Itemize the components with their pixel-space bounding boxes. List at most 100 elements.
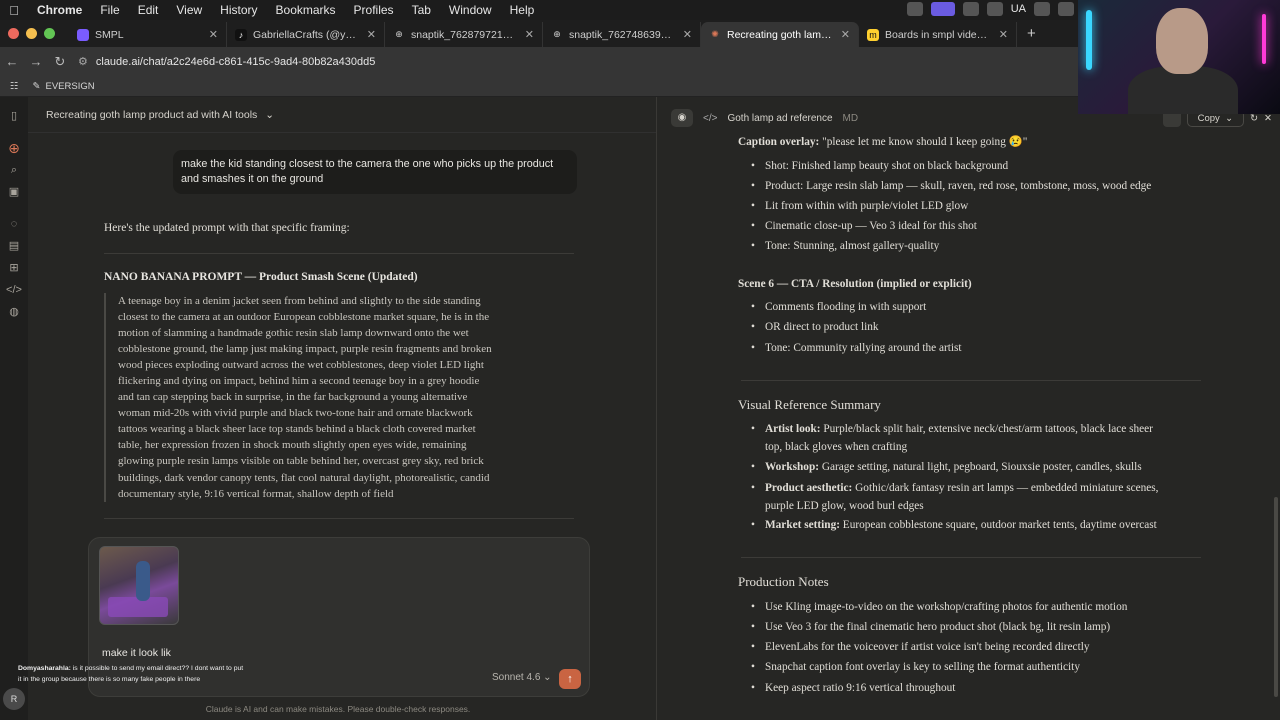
palette-icon[interactable]: ◍	[0, 301, 28, 323]
chevron-down-icon[interactable]: ⌄	[265, 109, 274, 121]
item-text: European cobblestone square, outdoor mar…	[839, 519, 1157, 531]
attached-image-thumbnail[interactable]	[99, 546, 179, 625]
list-item: Tone: Stunning, almost gallery-quality	[738, 237, 1208, 255]
list-item: Use Kling image-to-video on the workshop…	[738, 598, 1208, 616]
list-item: Workshop: Garage setting, natural light,…	[738, 458, 1208, 476]
item-label: Artist look:	[765, 423, 821, 435]
artifacts-icon[interactable]: ▤	[0, 235, 28, 257]
menu-tab[interactable]: Tab	[403, 3, 440, 17]
model-label: Sonnet 4.6	[492, 672, 541, 683]
prompt-line: closest to the camera at an outdoor Euro…	[118, 311, 490, 324]
tab-label: GabriellaCrafts (@yourwoode	[253, 28, 361, 41]
tray-icon[interactable]	[962, 2, 979, 16]
grid-icon[interactable]: ⊞	[0, 257, 28, 279]
neon-light	[1086, 10, 1092, 70]
tray-icon[interactable]	[986, 2, 1003, 16]
sidebar-toggle-icon[interactable]: ▯	[0, 105, 28, 127]
tab-snaptik-2[interactable]: ⊕ snaptik_762748639712069531 ✕	[543, 22, 701, 47]
tray-icon[interactable]	[1034, 2, 1050, 16]
apple-icon[interactable]: 	[0, 3, 28, 18]
item-text: Garage setting, natural light, pegboard,…	[819, 461, 1142, 473]
sidebar-rail: ▯ ⊕ ⌕ ▣ ◌ ▤ ⊞ </> ◍	[0, 97, 28, 720]
list-item: Market setting: European cobblestone squ…	[738, 516, 1208, 534]
forward-icon[interactable]: →	[24, 54, 48, 69]
reload-icon[interactable]: ↻	[48, 54, 72, 70]
menu-history[interactable]: History	[211, 3, 266, 17]
close-icon[interactable]: ✕	[367, 28, 376, 41]
menu-file[interactable]: File	[91, 3, 128, 17]
projects-icon[interactable]: ▣	[0, 181, 28, 203]
artifact-title: Goth lamp ad reference	[727, 112, 833, 124]
list-item: Comments flooding in with support	[738, 298, 1208, 316]
search-icon[interactable]: ⌕	[0, 159, 28, 181]
tab-label: Recreating goth lamp product	[727, 28, 835, 41]
menu-edit[interactable]: Edit	[129, 3, 168, 17]
preview-eye-icon[interactable]: ◉	[671, 109, 693, 127]
zoom-window-button[interactable]	[44, 28, 55, 39]
webcam-overlay	[1078, 0, 1280, 114]
menu-window[interactable]: Window	[440, 3, 501, 17]
divider	[741, 557, 1201, 558]
prompt-line: flickering and dying on impact, behind h…	[118, 375, 480, 388]
tray-icon[interactable]	[906, 2, 923, 16]
refresh-icon[interactable]: ↻	[1250, 113, 1258, 124]
close-icon[interactable]: ✕	[1264, 113, 1272, 124]
prompt-line: tattoos wearing a black sheer lace top s…	[118, 423, 476, 436]
visual-summary-heading: Visual Reference Summary	[738, 397, 881, 412]
code-view-icon[interactable]: </>	[703, 113, 717, 124]
avatar[interactable]: R	[3, 688, 25, 710]
menu-app-name[interactable]: Chrome	[28, 3, 91, 17]
back-icon[interactable]: ←	[0, 54, 24, 69]
smpl-icon	[77, 28, 89, 41]
menu-bookmarks[interactable]: Bookmarks	[267, 3, 345, 17]
new-tab-button[interactable]: +	[1017, 25, 1046, 47]
menu-help[interactable]: Help	[501, 3, 544, 17]
url-text[interactable]: claude.ai/chat/a2c24e6d-c861-415c-9ad4-8…	[96, 56, 376, 68]
code-icon[interactable]: </>	[0, 279, 28, 301]
prompt-line: cobblestone ground, the lamp just making…	[118, 343, 492, 356]
close-icon[interactable]: ✕	[999, 28, 1008, 41]
new-chat-icon[interactable]: ⊕	[0, 137, 28, 159]
send-button[interactable]: ↑	[559, 669, 581, 689]
tab-snaptik-1[interactable]: ⊕ snaptik_762879721255366132 ✕	[385, 22, 543, 47]
divider	[104, 518, 574, 519]
item-text-cont: top, black gloves when crafting	[765, 441, 908, 453]
prompt-line: table, her expression frozen in shock mo…	[118, 439, 467, 452]
close-icon[interactable]: ✕	[841, 28, 850, 41]
composer-input[interactable]: make it look lik	[102, 647, 171, 659]
model-selector[interactable]: Sonnet 4.6 ⌄	[492, 672, 552, 683]
chat-title[interactable]: Recreating goth lamp product ad with AI …	[46, 109, 257, 121]
url-field[interactable]: ⚙ claude.ai/chat/a2c24e6d-c861-415c-9ad4…	[78, 51, 1250, 73]
user-message: make the kid standing closest to the cam…	[173, 150, 577, 194]
claude-icon: ✺	[711, 29, 719, 39]
prompt-line: woman mid-20s with vivid purple and blac…	[118, 407, 473, 420]
site-settings-icon[interactable]: ⚙	[78, 55, 88, 68]
menu-profiles[interactable]: Profiles	[345, 3, 403, 17]
chats-icon[interactable]: ◌	[0, 213, 28, 235]
item-text: Purple/black split hair, extensive neck/…	[820, 423, 1153, 435]
tab-miro-boards[interactable]: m Boards in smpl video ads Tea ✕	[859, 22, 1017, 47]
bookmark-eversign[interactable]: ✎ EVERSIGN	[33, 81, 95, 92]
scrollbar[interactable]	[1274, 497, 1278, 697]
miro-icon: m	[867, 28, 879, 41]
tab-label: snaptik_762748639712069531	[569, 28, 677, 41]
prompt-line: A teenage boy in a denim jacket seen fro…	[118, 295, 481, 307]
tab-gabriellacrafts[interactable]: ♪ GabriellaCrafts (@yourwoode ✕	[227, 22, 385, 47]
close-icon[interactable]: ✕	[683, 28, 692, 41]
keyboard-layout[interactable]: UA	[1011, 3, 1026, 15]
tab-smpl[interactable]: SMPL ✕	[69, 22, 227, 47]
battery-icon[interactable]	[1058, 2, 1074, 16]
divider	[741, 380, 1201, 381]
recording-icon[interactable]	[930, 2, 955, 16]
tab-label: Boards in smpl video ads Tea	[885, 28, 993, 41]
item-label: Product aesthetic:	[765, 482, 853, 494]
close-icon[interactable]: ✕	[209, 28, 218, 41]
close-window-button[interactable]	[8, 28, 19, 39]
status-tray: UA	[906, 2, 1074, 16]
close-icon[interactable]: ✕	[525, 28, 534, 41]
bookmark-label: EVERSIGN	[45, 80, 95, 92]
apps-icon[interactable]: ☷	[10, 81, 19, 92]
menu-view[interactable]: View	[167, 3, 211, 17]
minimize-window-button[interactable]	[26, 28, 37, 39]
tab-claude-active[interactable]: ✺ Recreating goth lamp product ✕	[701, 22, 859, 47]
